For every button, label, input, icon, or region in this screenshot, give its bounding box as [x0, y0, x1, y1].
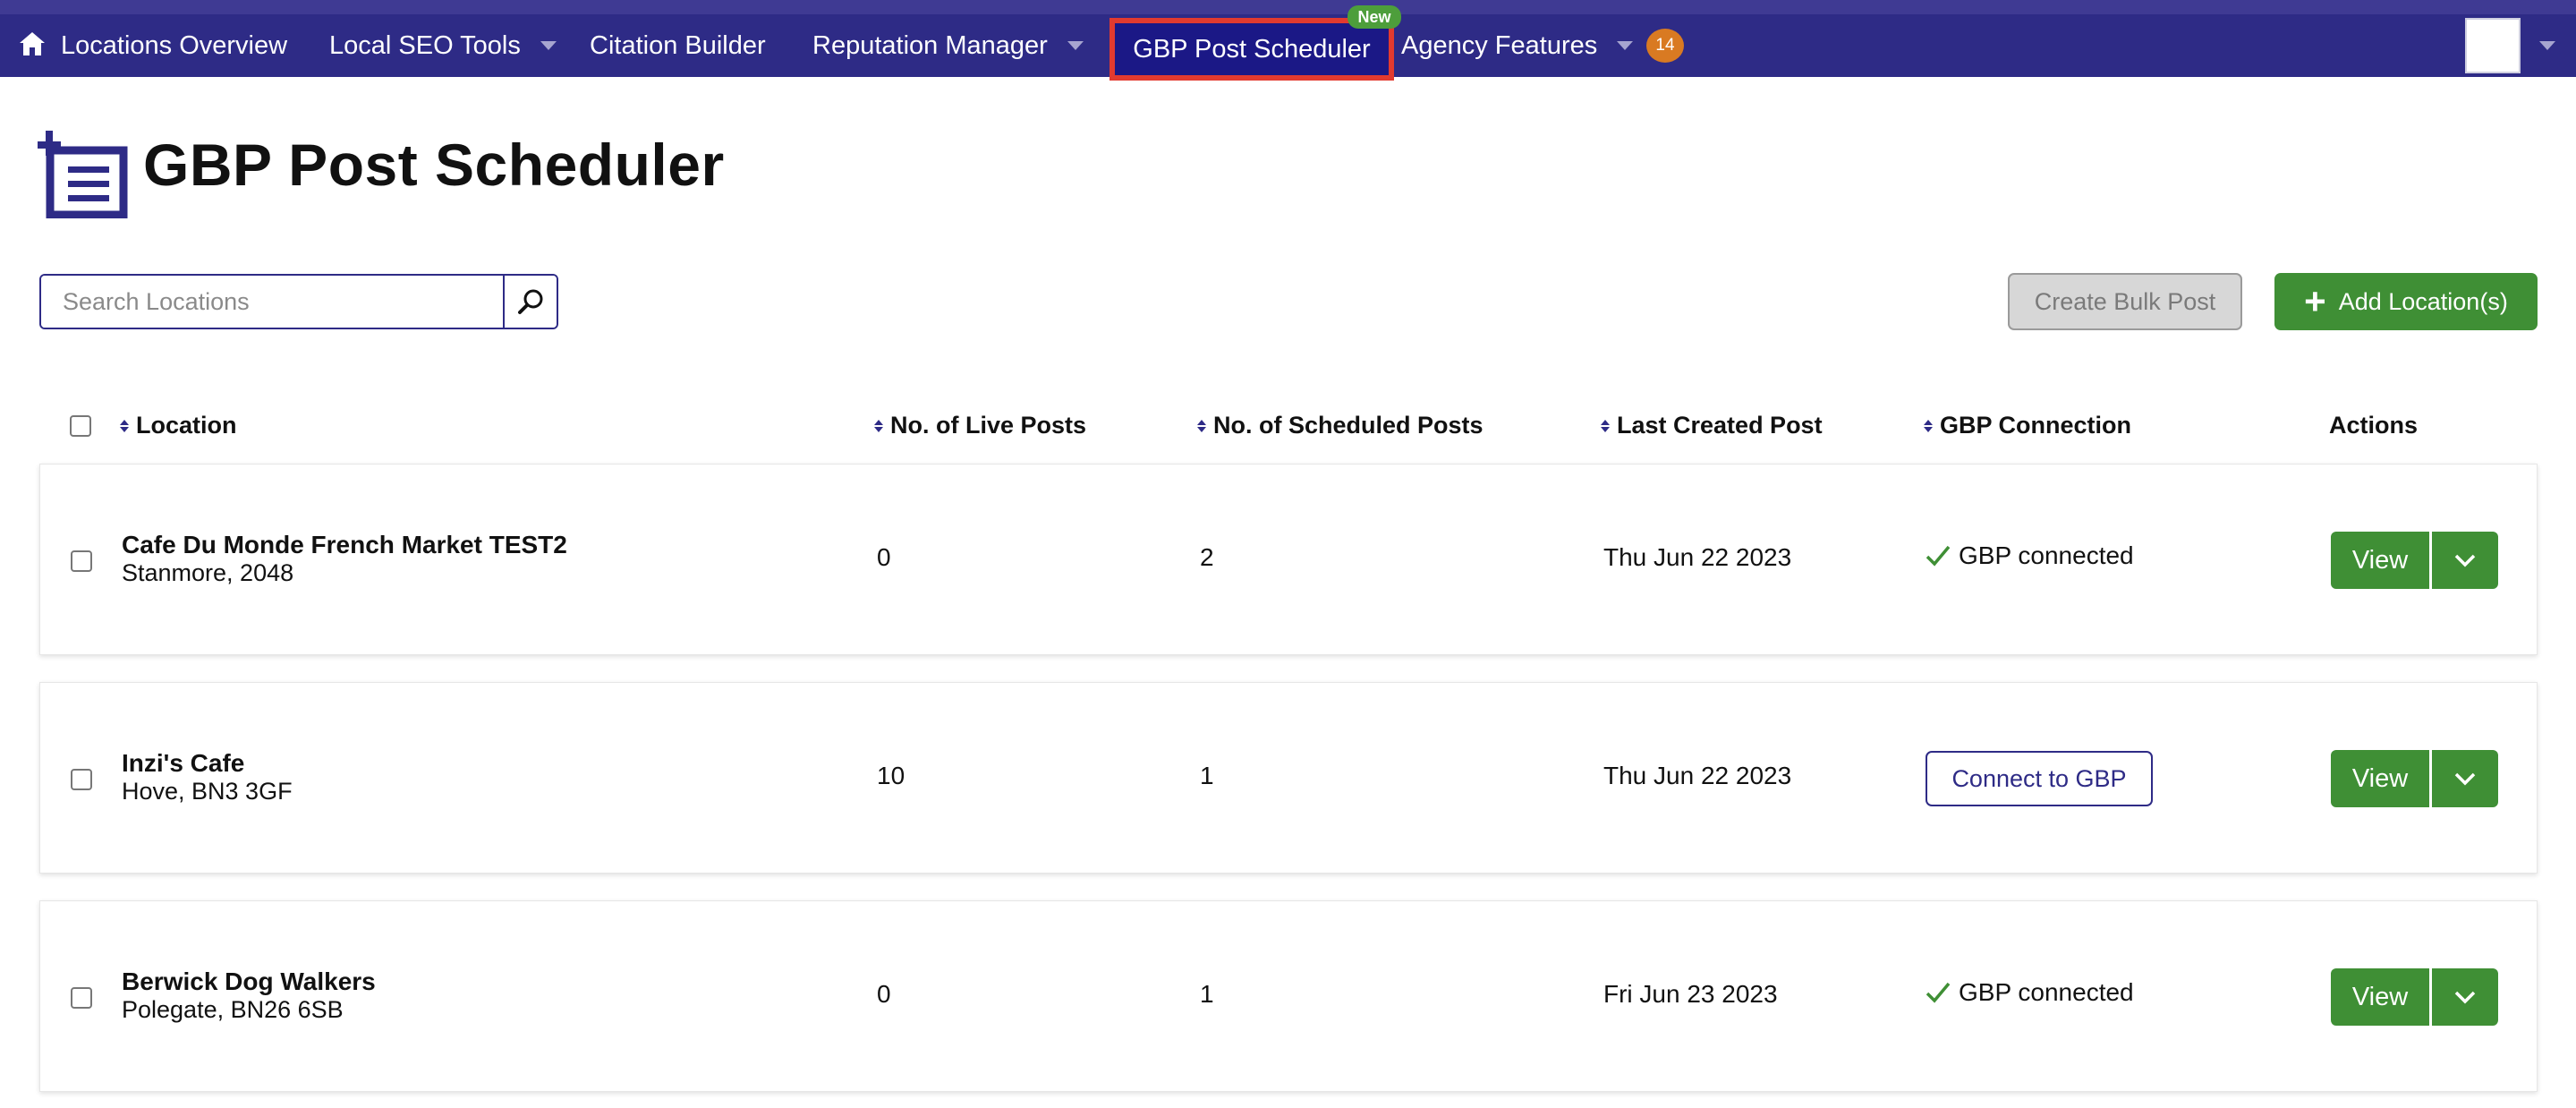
table-row: Berwick Dog Walkers Polegate, BN26 6SB 0… — [39, 900, 2538, 1092]
connect-to-gbp-button[interactable]: Connect to GBP — [1926, 751, 2153, 806]
sort-icon — [1924, 419, 1933, 432]
scheduled-posts-count: 1 — [1200, 980, 1214, 1008]
table-row: Cafe Du Monde French Market TEST2 Stanmo… — [39, 464, 2538, 655]
location-name: Inzi's Cafe — [122, 749, 245, 777]
add-locations-button[interactable]: + Add Location(s) — [2274, 273, 2538, 330]
scheduled-posts-count: 2 — [1200, 543, 1214, 571]
chevron-down-icon — [2454, 772, 2476, 786]
nav-gbp-post-scheduler[interactable]: GBP Post Scheduler — [1109, 18, 1394, 81]
chevron-down-icon[interactable] — [2539, 41, 2555, 50]
actions-dropdown-button[interactable] — [2432, 968, 2498, 1026]
row-checkbox[interactable] — [71, 550, 92, 572]
nav-locations-overview[interactable]: Locations Overview — [61, 14, 287, 77]
nav-citation-builder[interactable]: Citation Builder — [590, 14, 766, 77]
notification-count-badge[interactable]: 14 — [1646, 29, 1684, 63]
nav-reputation-manager[interactable]: Reputation Manager — [812, 14, 1084, 77]
search-input[interactable] — [41, 276, 503, 328]
last-created-post-date: Thu Jun 22 2023 — [1603, 543, 1792, 571]
nav-citation-builder-label: Citation Builder — [590, 30, 766, 60]
chevron-down-icon — [540, 41, 557, 50]
column-header-last-created-post-label: Last Created Post — [1617, 412, 1823, 439]
top-strip — [0, 0, 2576, 14]
search-icon — [518, 289, 543, 314]
gbp-status-label: GBP connected — [1959, 978, 2134, 1006]
location-name: Berwick Dog Walkers — [122, 967, 376, 995]
column-header-live-posts[interactable]: No. of Live Posts — [874, 412, 1086, 439]
select-all-checkbox[interactable] — [70, 415, 91, 437]
column-header-location[interactable]: Location — [120, 412, 237, 439]
location-address: Hove, BN3 3GF — [122, 778, 293, 805]
plus-icon: + — [2304, 280, 2326, 322]
home-icon[interactable] — [18, 30, 47, 58]
nav-agency-features-label: Agency Features — [1401, 30, 1598, 60]
nav-locations-overview-label: Locations Overview — [61, 30, 288, 60]
chevron-down-icon — [2454, 554, 2476, 567]
check-icon — [1926, 545, 1951, 567]
column-header-scheduled-posts[interactable]: No. of Scheduled Posts — [1197, 412, 1484, 439]
live-posts-count: 10 — [877, 762, 905, 789]
actions-dropdown-button[interactable] — [2432, 750, 2498, 807]
sort-icon — [1601, 419, 1610, 432]
location-address: Polegate, BN26 6SB — [122, 996, 344, 1023]
sort-icon — [874, 419, 883, 432]
page-title: GBP Post Scheduler — [143, 132, 725, 198]
sort-icon — [120, 419, 129, 432]
actions-dropdown-button[interactable] — [2432, 532, 2498, 589]
column-header-actions: Actions — [2329, 412, 2419, 439]
search-button[interactable] — [503, 276, 557, 328]
chevron-down-icon — [1617, 41, 1634, 50]
nav-local-seo-tools-label: Local SEO Tools — [329, 30, 521, 60]
live-posts-count: 0 — [877, 980, 891, 1008]
column-header-gbp-connection-label: GBP Connection — [1940, 412, 2132, 439]
search-box — [39, 274, 558, 329]
location-address: Stanmore, 2048 — [122, 559, 294, 586]
column-header-gbp-connection[interactable]: GBP Connection — [1924, 412, 2131, 439]
location-name: Cafe Du Monde French Market TEST2 — [122, 531, 567, 558]
column-header-scheduled-posts-label: No. of Scheduled Posts — [1213, 412, 1484, 439]
scheduled-posts-count: 1 — [1200, 762, 1214, 789]
check-icon — [1926, 982, 1951, 1003]
chevron-down-icon — [2454, 991, 2476, 1004]
row-checkbox[interactable] — [71, 769, 92, 790]
view-button[interactable]: View — [2331, 968, 2429, 1026]
gbp-status-label: GBP connected — [1959, 541, 2134, 569]
gbp-connected-status: GBP connected — [1925, 541, 2134, 570]
column-header-live-posts-label: No. of Live Posts — [890, 412, 1087, 439]
view-button[interactable]: View — [2331, 750, 2429, 807]
chevron-down-icon — [1067, 41, 1084, 50]
last-created-post-date: Fri Jun 23 2023 — [1603, 980, 1778, 1008]
last-created-post-date: Thu Jun 22 2023 — [1603, 762, 1792, 789]
live-posts-count: 0 — [877, 543, 891, 571]
nav-gbp-post-scheduler-label: GBP Post Scheduler — [1133, 34, 1371, 64]
post-list-icon — [38, 131, 128, 218]
table-row: Inzi's Cafe Hove, BN3 3GF 10 1 Thu Jun 2… — [39, 682, 2538, 874]
nav-local-seo-tools[interactable]: Local SEO Tools — [329, 14, 557, 77]
column-header-location-label: Location — [136, 412, 237, 439]
nav-reputation-manager-label: Reputation Manager — [812, 30, 1048, 60]
column-header-last-created-post[interactable]: Last Created Post — [1601, 412, 1823, 439]
new-badge: New — [1348, 5, 1401, 29]
gbp-connected-status: GBP connected — [1925, 978, 2134, 1007]
add-locations-label: Add Location(s) — [2338, 287, 2508, 315]
view-button[interactable]: View — [2331, 532, 2429, 589]
row-checkbox[interactable] — [71, 987, 92, 1009]
create-bulk-post-button[interactable]: Create Bulk Post — [2008, 273, 2242, 330]
nav-agency-features[interactable]: Agency Features — [1401, 14, 1634, 77]
avatar[interactable] — [2465, 18, 2521, 73]
sort-icon — [1197, 419, 1206, 432]
